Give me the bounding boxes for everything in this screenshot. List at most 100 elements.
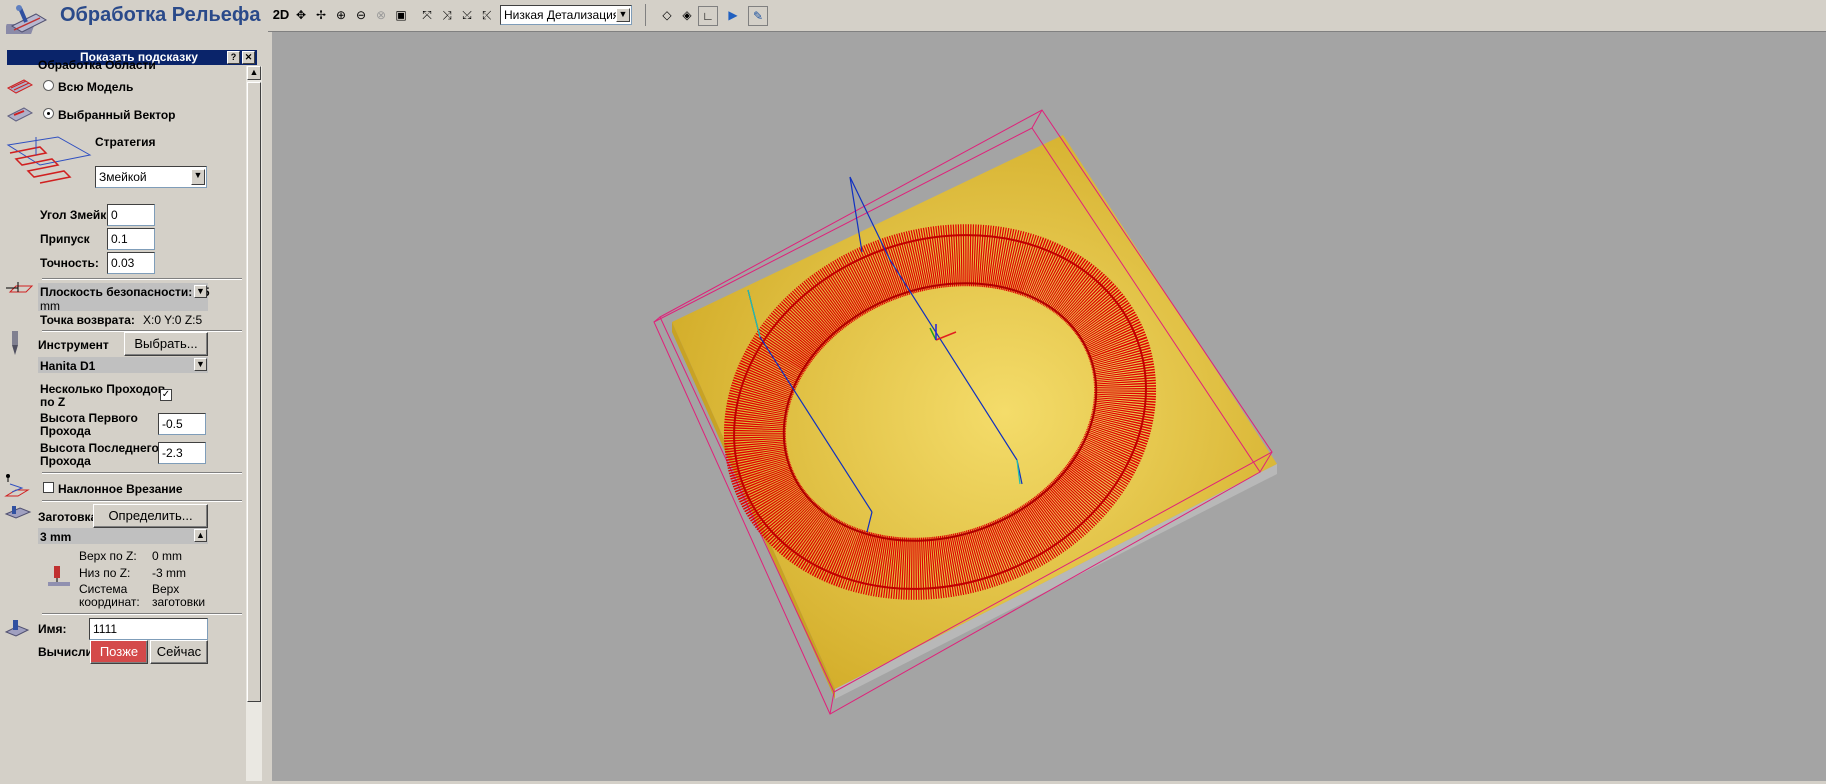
whole-model-icon	[6, 76, 34, 96]
safety-plane-unit: mm	[40, 299, 60, 313]
stock-bottom-value: -3 mm	[152, 566, 186, 580]
strategy-select[interactable]: Змейкой ▼	[95, 166, 207, 188]
first-pass-label-1: Высота Первого	[40, 411, 138, 425]
chevron-down-icon[interactable]: ▼	[616, 8, 630, 22]
strategy-value: Змейкой	[99, 170, 147, 184]
panel-scrollbar[interactable]: ▲	[246, 66, 262, 781]
stock-label: Заготовка	[38, 510, 98, 524]
radio-dot	[47, 112, 50, 115]
toolpath-icon[interactable]: ✎	[748, 6, 768, 26]
tool-group[interactable]: Hanita D1	[38, 357, 208, 373]
chevron-down-icon[interactable]: ▼	[191, 169, 205, 185]
define-stock-button[interactable]: Определить...	[93, 504, 208, 528]
zoom-out-icon[interactable]: ⊖	[352, 6, 370, 24]
multipass-checkbox[interactable]: ✓	[160, 389, 172, 401]
view-iso-icon[interactable]: ⤪	[478, 6, 496, 24]
safety-plane-label: Плоскость безопасности: : 5	[40, 285, 210, 299]
separator	[42, 613, 242, 615]
view-z-icon[interactable]: ⤩	[458, 6, 476, 24]
first-pass-input[interactable]: -0.5	[158, 413, 206, 435]
rotate-icon[interactable]: ✢	[312, 6, 330, 24]
scroll-up-button[interactable]: ▲	[247, 66, 261, 80]
chevron-down-icon[interactable]: ▼	[194, 358, 207, 371]
allowance-input[interactable]: 0.1	[107, 228, 155, 250]
relief-machining-panel: Обработка Рельефа Показать подсказку ? ✕…	[0, 0, 268, 781]
detail-level-value: Низкая Детализация	[504, 8, 620, 22]
stock-top-label: Верх по Z:	[79, 549, 137, 563]
last-pass-label-1: Высота Последнего	[40, 441, 159, 455]
zoom-in-icon[interactable]: ⊕	[332, 6, 350, 24]
later-button[interactable]: Позже	[90, 640, 148, 664]
tool-name: Hanita D1	[40, 359, 96, 373]
name-icon	[4, 618, 30, 640]
view-2d-button[interactable]: 2D	[272, 6, 290, 24]
stock-cs-value-1: Верх	[152, 582, 180, 596]
stock-setup-icon	[44, 562, 74, 588]
relief-machining-icon	[3, 4, 48, 42]
tool-icon	[8, 331, 22, 357]
safety-plane-icon	[4, 280, 34, 296]
safety-plane-group[interactable]: Плоскость безопасности: : 5 mm	[38, 283, 210, 313]
view-toolbar: 2D ✥ ✢ ⊕ ⊖ ⊗ ▣ ⤧ ⤨ ⤩ ⤪ Низкая Детализаци…	[268, 0, 1826, 32]
last-pass-input[interactable]: -2.3	[158, 442, 206, 464]
selected-vector-label[interactable]: Выбранный Вектор	[58, 108, 176, 122]
detail-level-select[interactable]: Низкая Детализация ▼	[500, 5, 632, 25]
return-value: X:0 Y:0 Z:5	[143, 313, 203, 327]
selected-vector-radio[interactable]	[43, 108, 54, 119]
name-input[interactable]: 1111	[89, 618, 208, 640]
stock-icon	[4, 504, 32, 522]
first-pass-label-2: Прохода	[40, 424, 91, 438]
accuracy-input[interactable]: 0.03	[107, 252, 155, 274]
whole-model-radio[interactable]	[43, 80, 54, 91]
separator	[42, 472, 242, 474]
help-button[interactable]: ?	[227, 51, 240, 64]
panel-title: Обработка Рельефа	[60, 4, 261, 26]
strategy-icon	[6, 135, 92, 193]
ramp-label[interactable]: Наклонное Врезание	[58, 482, 183, 496]
zoom-all-icon[interactable]: ▣	[392, 6, 410, 24]
scene-svg	[653, 109, 1277, 715]
view-y-icon[interactable]: ⤨	[438, 6, 456, 24]
view-x-icon[interactable]: ⤧	[418, 6, 436, 24]
simulate-icon[interactable]: ▶	[724, 6, 742, 24]
strategy-label: Стратегия	[95, 135, 156, 149]
allowance-label: Припуск	[40, 232, 90, 246]
stock-cs-label-2: координат:	[79, 595, 140, 609]
stock-group[interactable]: 3 mm	[38, 528, 208, 544]
chevron-up-icon[interactable]: ▲	[194, 529, 207, 542]
ramp-icon	[4, 472, 32, 500]
select-tool-button[interactable]: Выбрать...	[124, 332, 208, 356]
separator	[42, 278, 242, 280]
axes-icon[interactable]: ∟	[698, 6, 718, 26]
now-button[interactable]: Сейчас	[150, 640, 208, 664]
toolbar-separator	[645, 4, 646, 26]
chevron-down-icon[interactable]: ▼	[194, 285, 207, 298]
accuracy-label: Точность:	[40, 256, 99, 270]
separator	[42, 500, 242, 502]
last-pass-label-2: Прохода	[40, 454, 91, 468]
stock-group-value: 3 mm	[40, 530, 72, 544]
angle-label: Угол Змейки	[40, 208, 114, 222]
stock-top-value: 0 mm	[152, 549, 182, 563]
return-label: Точка возврата:	[40, 313, 135, 327]
selected-vector-icon	[6, 104, 34, 124]
ramp-checkbox[interactable]	[43, 482, 54, 493]
scrollbar-thumb[interactable]	[247, 82, 261, 702]
angle-input[interactable]: 0	[107, 204, 155, 226]
area-heading: Обработка Области	[38, 58, 156, 72]
stock-cs-label-1: Система	[79, 582, 128, 596]
stock-bottom-label: Низ по Z:	[79, 566, 131, 580]
whole-model-label[interactable]: Всю Модель	[58, 80, 133, 94]
name-label: Имя:	[38, 622, 67, 636]
multipass-label-2: по Z	[40, 395, 66, 409]
pan-icon[interactable]: ✥	[292, 6, 310, 24]
shaded-icon[interactable]: ◈	[678, 6, 696, 24]
zoom-window-icon[interactable]: ⊗	[372, 6, 390, 24]
tool-label: Инструмент	[38, 338, 109, 352]
stock-cs-value-2: заготовки	[152, 595, 206, 609]
calculate-label: Вычислить	[38, 645, 90, 659]
close-button[interactable]: ✕	[242, 51, 255, 64]
wireframe-icon[interactable]: ◇	[658, 6, 676, 24]
3d-viewport[interactable]	[272, 32, 1826, 781]
multipass-label-1: Несколько Проходов	[40, 382, 166, 396]
